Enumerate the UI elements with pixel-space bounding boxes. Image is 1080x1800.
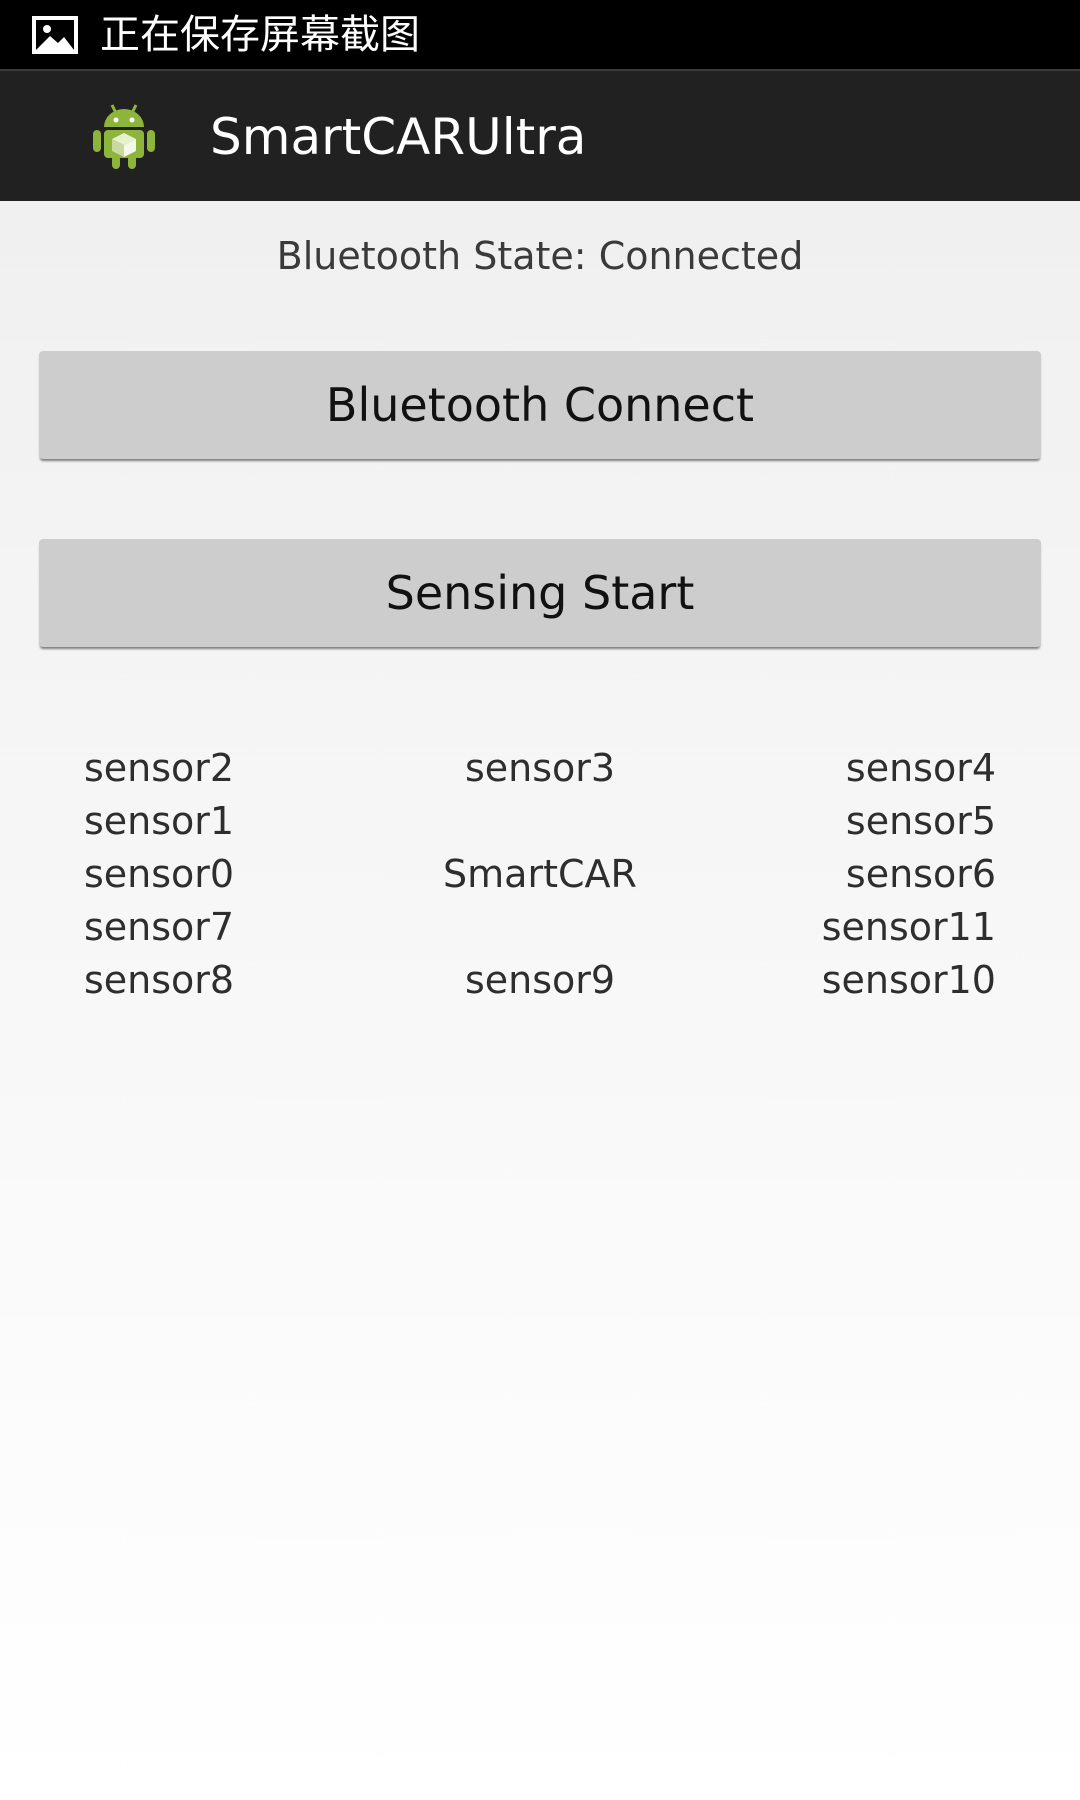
sensor-row: sensor2 sensor3 sensor4 xyxy=(84,742,996,795)
app-title: SmartCARUltra xyxy=(210,108,587,166)
bluetooth-connect-button[interactable]: Bluetooth Connect xyxy=(39,351,1041,459)
sensor-row: sensor1 sensor5 xyxy=(84,795,996,848)
sensor-label: sensor1 xyxy=(84,799,235,843)
sensor-label: sensor11 xyxy=(821,905,996,949)
status-bar: 正在保存屏幕截图 xyxy=(0,0,1080,69)
sensor-row: sensor8 sensor9 sensor10 xyxy=(84,954,996,1007)
sensor-label: sensor7 xyxy=(84,905,235,949)
android-icon xyxy=(90,99,158,171)
sensor-label: sensor6 xyxy=(845,852,996,896)
action-bar: SmartCARUltra xyxy=(0,69,1080,201)
sensor-label: sensor5 xyxy=(845,799,996,843)
sensor-label: sensor4 xyxy=(845,746,996,790)
sensor-row: sensor7 sensor11 xyxy=(84,901,996,954)
sensor-row: sensor0 SmartCAR sensor6 xyxy=(84,848,996,901)
image-icon xyxy=(32,16,78,54)
status-notification-text: 正在保存屏幕截图 xyxy=(100,12,420,58)
sensor-label: sensor10 xyxy=(821,958,996,1002)
bluetooth-state-label: Bluetooth State: Connected xyxy=(276,234,804,278)
sensor-grid: sensor2 sensor3 sensor4 sensor1 sensor5 … xyxy=(84,742,996,1007)
main-content: Bluetooth State: Connected Bluetooth Con… xyxy=(0,201,1080,1800)
sensing-start-button[interactable]: Sensing Start xyxy=(39,539,1041,647)
